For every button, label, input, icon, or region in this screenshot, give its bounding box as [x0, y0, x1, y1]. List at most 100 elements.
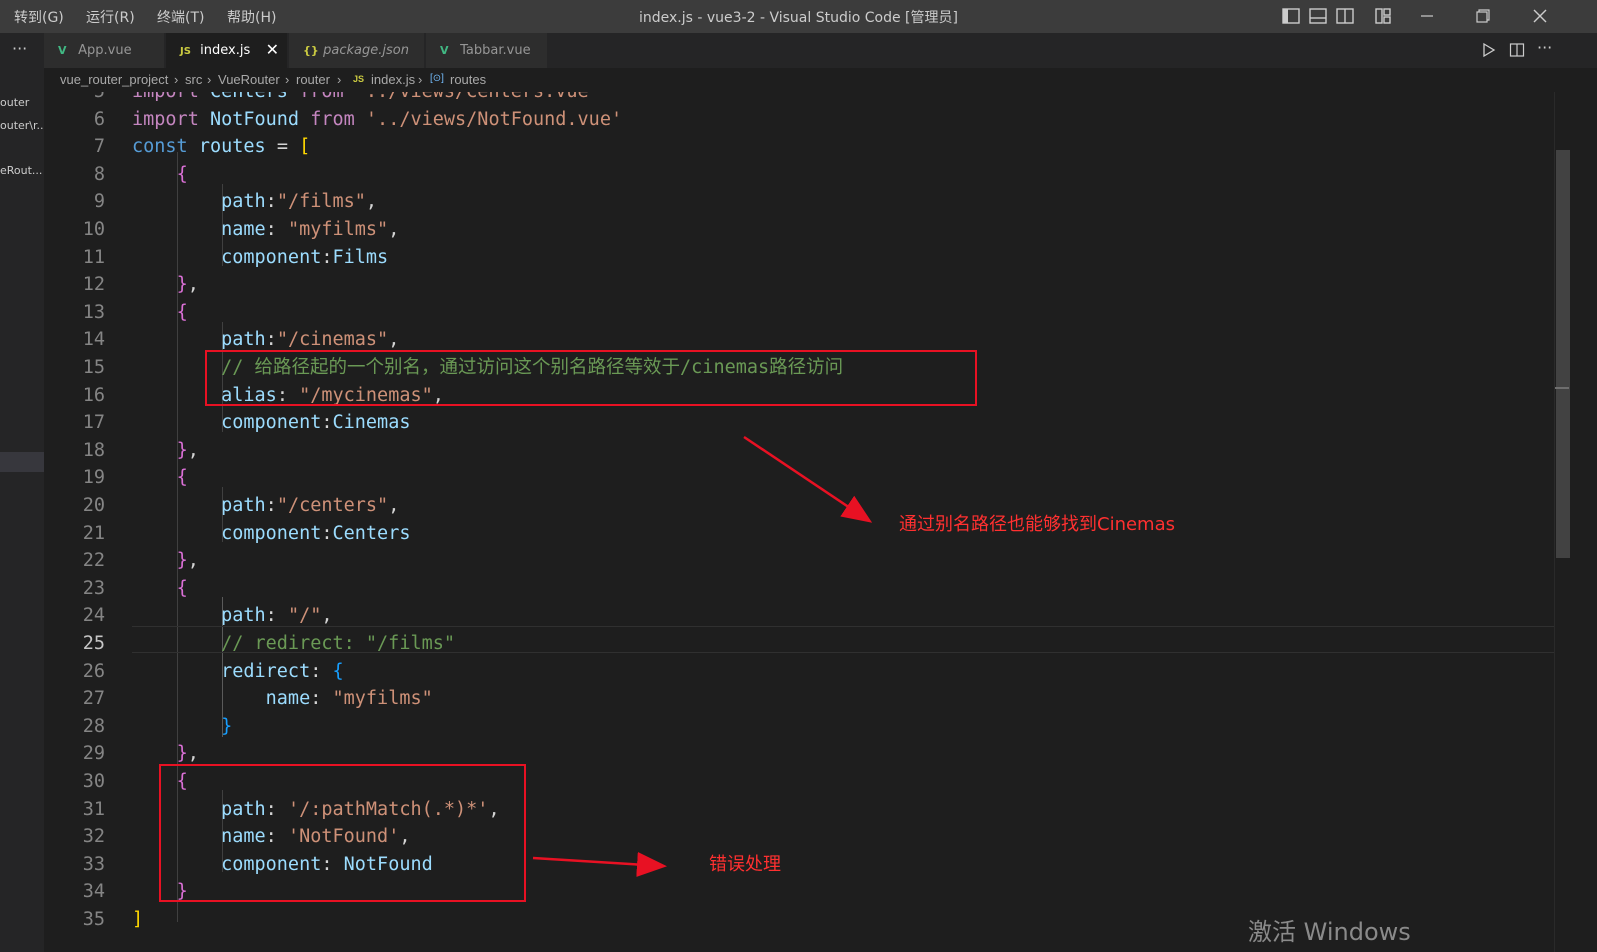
- close-tab-icon[interactable]: ✕: [266, 40, 279, 59]
- line-number: 18: [82, 439, 105, 461]
- tab-package-json[interactable]: {} package.json: [289, 33, 425, 68]
- vertical-scrollbar[interactable]: [1554, 92, 1597, 952]
- code-text: // redirect: "/films": [221, 633, 456, 654]
- code-line[interactable]: 19 {: [44, 464, 1554, 491]
- code-text: ]: [132, 909, 144, 930]
- line-number: 33: [82, 853, 105, 875]
- code-line[interactable]: 21 component:Centers: [44, 520, 1554, 547]
- breadcrumb-item[interactable]: vue_router_project: [60, 72, 168, 87]
- line-number: 16: [82, 384, 105, 406]
- line-number: 6: [93, 108, 105, 130]
- code-line[interactable]: 17 component:Cinemas: [44, 409, 1554, 436]
- sidebar-item[interactable]: outer\r...: [0, 119, 44, 132]
- code-text: import NotFound from '../views/NotFound.…: [132, 108, 623, 130]
- code-text: component:Cinemas: [221, 412, 411, 434]
- code-line[interactable]: 23 {: [44, 575, 1554, 602]
- code-text: },: [176, 274, 199, 296]
- tab-label: package.json: [323, 43, 409, 58]
- code-line[interactable]: 20 path:"/centers",: [44, 492, 1554, 519]
- line-number: 7: [93, 136, 105, 158]
- tab-app-vue[interactable]: V App.vue: [44, 33, 165, 68]
- line-number: 11: [82, 246, 105, 268]
- more-actions-icon[interactable]: ···: [12, 39, 27, 58]
- line-number: 15: [82, 357, 105, 378]
- line-number: 9: [93, 191, 105, 213]
- json-file-icon: {}: [303, 44, 319, 57]
- alias-annotation: 通过别名路径也能够找到Cinemas: [899, 514, 1175, 535]
- line-number: 8: [93, 163, 105, 185]
- line-number: 29: [82, 743, 105, 765]
- close-window-icon[interactable]: [1530, 6, 1550, 26]
- toggle-secondary-sidebar-icon[interactable]: [1335, 6, 1355, 26]
- breadcrumb-item[interactable]: router: [296, 72, 330, 87]
- code-text: redirect: {: [221, 660, 344, 682]
- line-number: 19: [82, 467, 105, 489]
- code-editor[interactable]: 5 import Centers from '../views/Centers.v…: [44, 92, 1554, 952]
- split-editor-icon[interactable]: [1509, 42, 1525, 58]
- line-number: 32: [82, 826, 105, 848]
- breadcrumb-item[interactable]: routes: [450, 72, 486, 87]
- code-line[interactable]: 11 component:Films: [44, 244, 1554, 271]
- breadcrumb-item[interactable]: src: [185, 72, 202, 87]
- run-icon[interactable]: [1481, 42, 1497, 58]
- code-line[interactable]: 18 },: [44, 437, 1554, 464]
- code-text: {: [176, 577, 188, 599]
- scrollbar-thumb[interactable]: [1556, 150, 1570, 558]
- code-line[interactable]: 5 import Centers from '../views/Centers.v…: [44, 92, 1554, 105]
- notfound-highlight-box: [159, 764, 526, 902]
- code-line[interactable]: 12 },: [44, 271, 1554, 298]
- line-number: 35: [82, 909, 105, 930]
- line-number: 34: [82, 881, 105, 903]
- code-line[interactable]: 28 }: [44, 713, 1554, 740]
- tab-tabbar-vue[interactable]: V Tabbar.vue: [426, 33, 548, 68]
- line-number: 10: [82, 219, 105, 240]
- chevron-right-icon: ›: [285, 72, 290, 87]
- line-number: 14: [82, 329, 105, 351]
- sidebar-item[interactable]: eRout...: [0, 164, 42, 177]
- window-title: index.js - vue3-2 - Visual Studio Code […: [639, 10, 958, 26]
- code-text: name: "myfilms",: [221, 219, 400, 240]
- breadcrumb-item[interactable]: index.js: [371, 72, 415, 87]
- line-number: 12: [82, 274, 105, 296]
- alias-highlight-box: [205, 350, 977, 406]
- code-line[interactable]: 26 redirect: {: [44, 658, 1554, 685]
- restore-icon[interactable]: [1473, 6, 1493, 26]
- variable-symbol-icon: [⊙]: [430, 73, 444, 84]
- code-text: import Centers from '../views/Centers.vu…: [132, 92, 600, 105]
- line-number: 20: [82, 495, 105, 516]
- code-line[interactable]: 7 const routes = [: [44, 133, 1554, 160]
- sidebar-item[interactable]: outer: [0, 96, 29, 109]
- code-line[interactable]: 25 // redirect: "/films": [44, 630, 1554, 657]
- code-line[interactable]: 24 path: "/",: [44, 602, 1554, 629]
- breadcrumb-item[interactable]: VueRouter: [218, 72, 280, 87]
- code-text: {: [176, 467, 188, 489]
- code-text: {: [176, 301, 188, 323]
- code-text: const routes = [: [132, 136, 311, 158]
- line-number: 25: [82, 633, 105, 654]
- code-line[interactable]: 22 },: [44, 547, 1554, 574]
- code-text: path:"/centers",: [221, 495, 400, 516]
- code-line[interactable]: 13 {: [44, 299, 1554, 326]
- customize-layout-icon[interactable]: [1373, 6, 1393, 26]
- breadcrumb: vue_router_project › src › VueRouter › r…: [44, 68, 1597, 92]
- line-number: 17: [82, 412, 105, 434]
- sidebar-selected-row[interactable]: [0, 452, 44, 472]
- toggle-panel-icon[interactable]: [1308, 6, 1328, 26]
- line-number: 27: [82, 688, 105, 710]
- tab-index-js[interactable]: JS index.js ✕: [166, 33, 288, 68]
- minimize-icon[interactable]: [1417, 6, 1437, 26]
- tab-label: App.vue: [78, 43, 132, 58]
- code-line[interactable]: 27 name: "myfilms": [44, 685, 1554, 712]
- code-line[interactable]: 8 {: [44, 161, 1554, 188]
- code-line[interactable]: 10 name: "myfilms",: [44, 216, 1554, 243]
- editor-tab-bar: V App.vue JS index.js ✕ {} package.json …: [44, 33, 1597, 68]
- code-line[interactable]: 6 import NotFound from '../views/NotFound…: [44, 106, 1554, 133]
- chevron-right-icon: ›: [418, 72, 423, 87]
- js-file-icon: JS: [180, 46, 191, 57]
- more-actions-icon[interactable]: ···: [1537, 38, 1552, 57]
- code-line[interactable]: 9 path:"/films",: [44, 188, 1554, 215]
- activation-watermark: 激活 Windows: [1248, 918, 1411, 946]
- tab-label: Tabbar.vue: [460, 43, 531, 58]
- toggle-primary-sidebar-icon[interactable]: [1281, 6, 1301, 26]
- vue-file-icon: V: [58, 44, 67, 57]
